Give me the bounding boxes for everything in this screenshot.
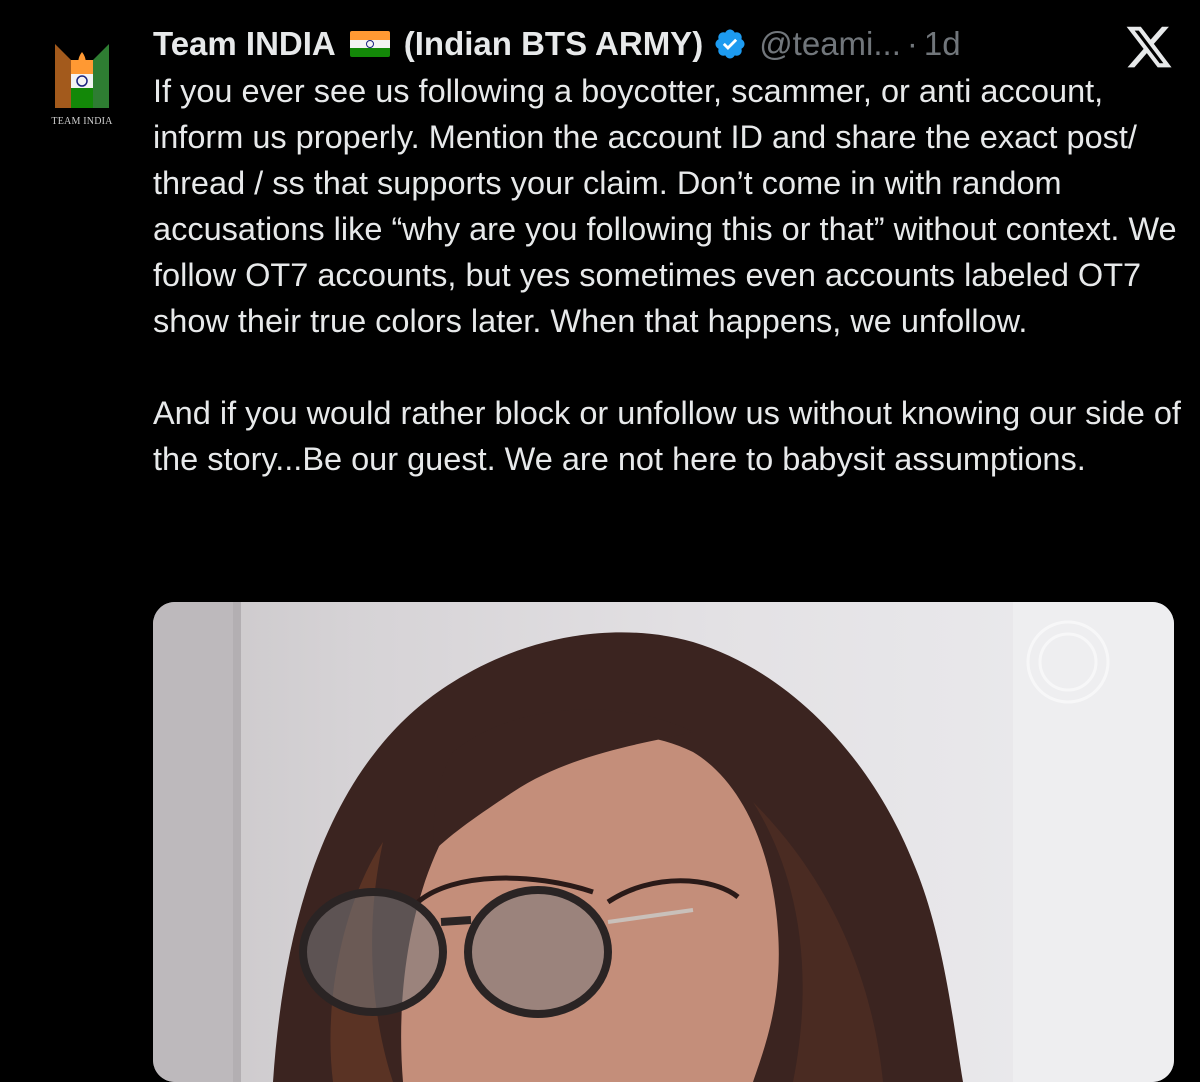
india-flag-icon xyxy=(349,31,390,57)
tweet-header: Team INDIA (Indian BTS ARMY) @teami... ·… xyxy=(153,22,1053,66)
team-india-logo-icon xyxy=(55,44,109,108)
handle[interactable]: @teami... xyxy=(759,25,901,63)
display-name[interactable]: Team INDIA xyxy=(153,25,336,63)
display-name-suffix[interactable]: (Indian BTS ARMY) xyxy=(404,25,703,63)
tweet-text: If you ever see us following a boycotter… xyxy=(153,68,1183,482)
verified-badge-icon[interactable] xyxy=(713,27,747,61)
tweet-paragraph: If you ever see us following a boycotter… xyxy=(153,73,1177,339)
avatar[interactable]: TEAM INDIA xyxy=(40,38,124,134)
tweet-media-image[interactable] xyxy=(153,602,1174,1082)
tweet-paragraph: And if you would rather block or unfollo… xyxy=(153,395,1181,477)
timestamp[interactable]: 1d xyxy=(924,25,961,63)
separator-dot: · xyxy=(906,25,918,62)
avatar-caption: TEAM INDIA xyxy=(51,116,113,127)
x-logo-icon[interactable] xyxy=(1124,22,1174,72)
